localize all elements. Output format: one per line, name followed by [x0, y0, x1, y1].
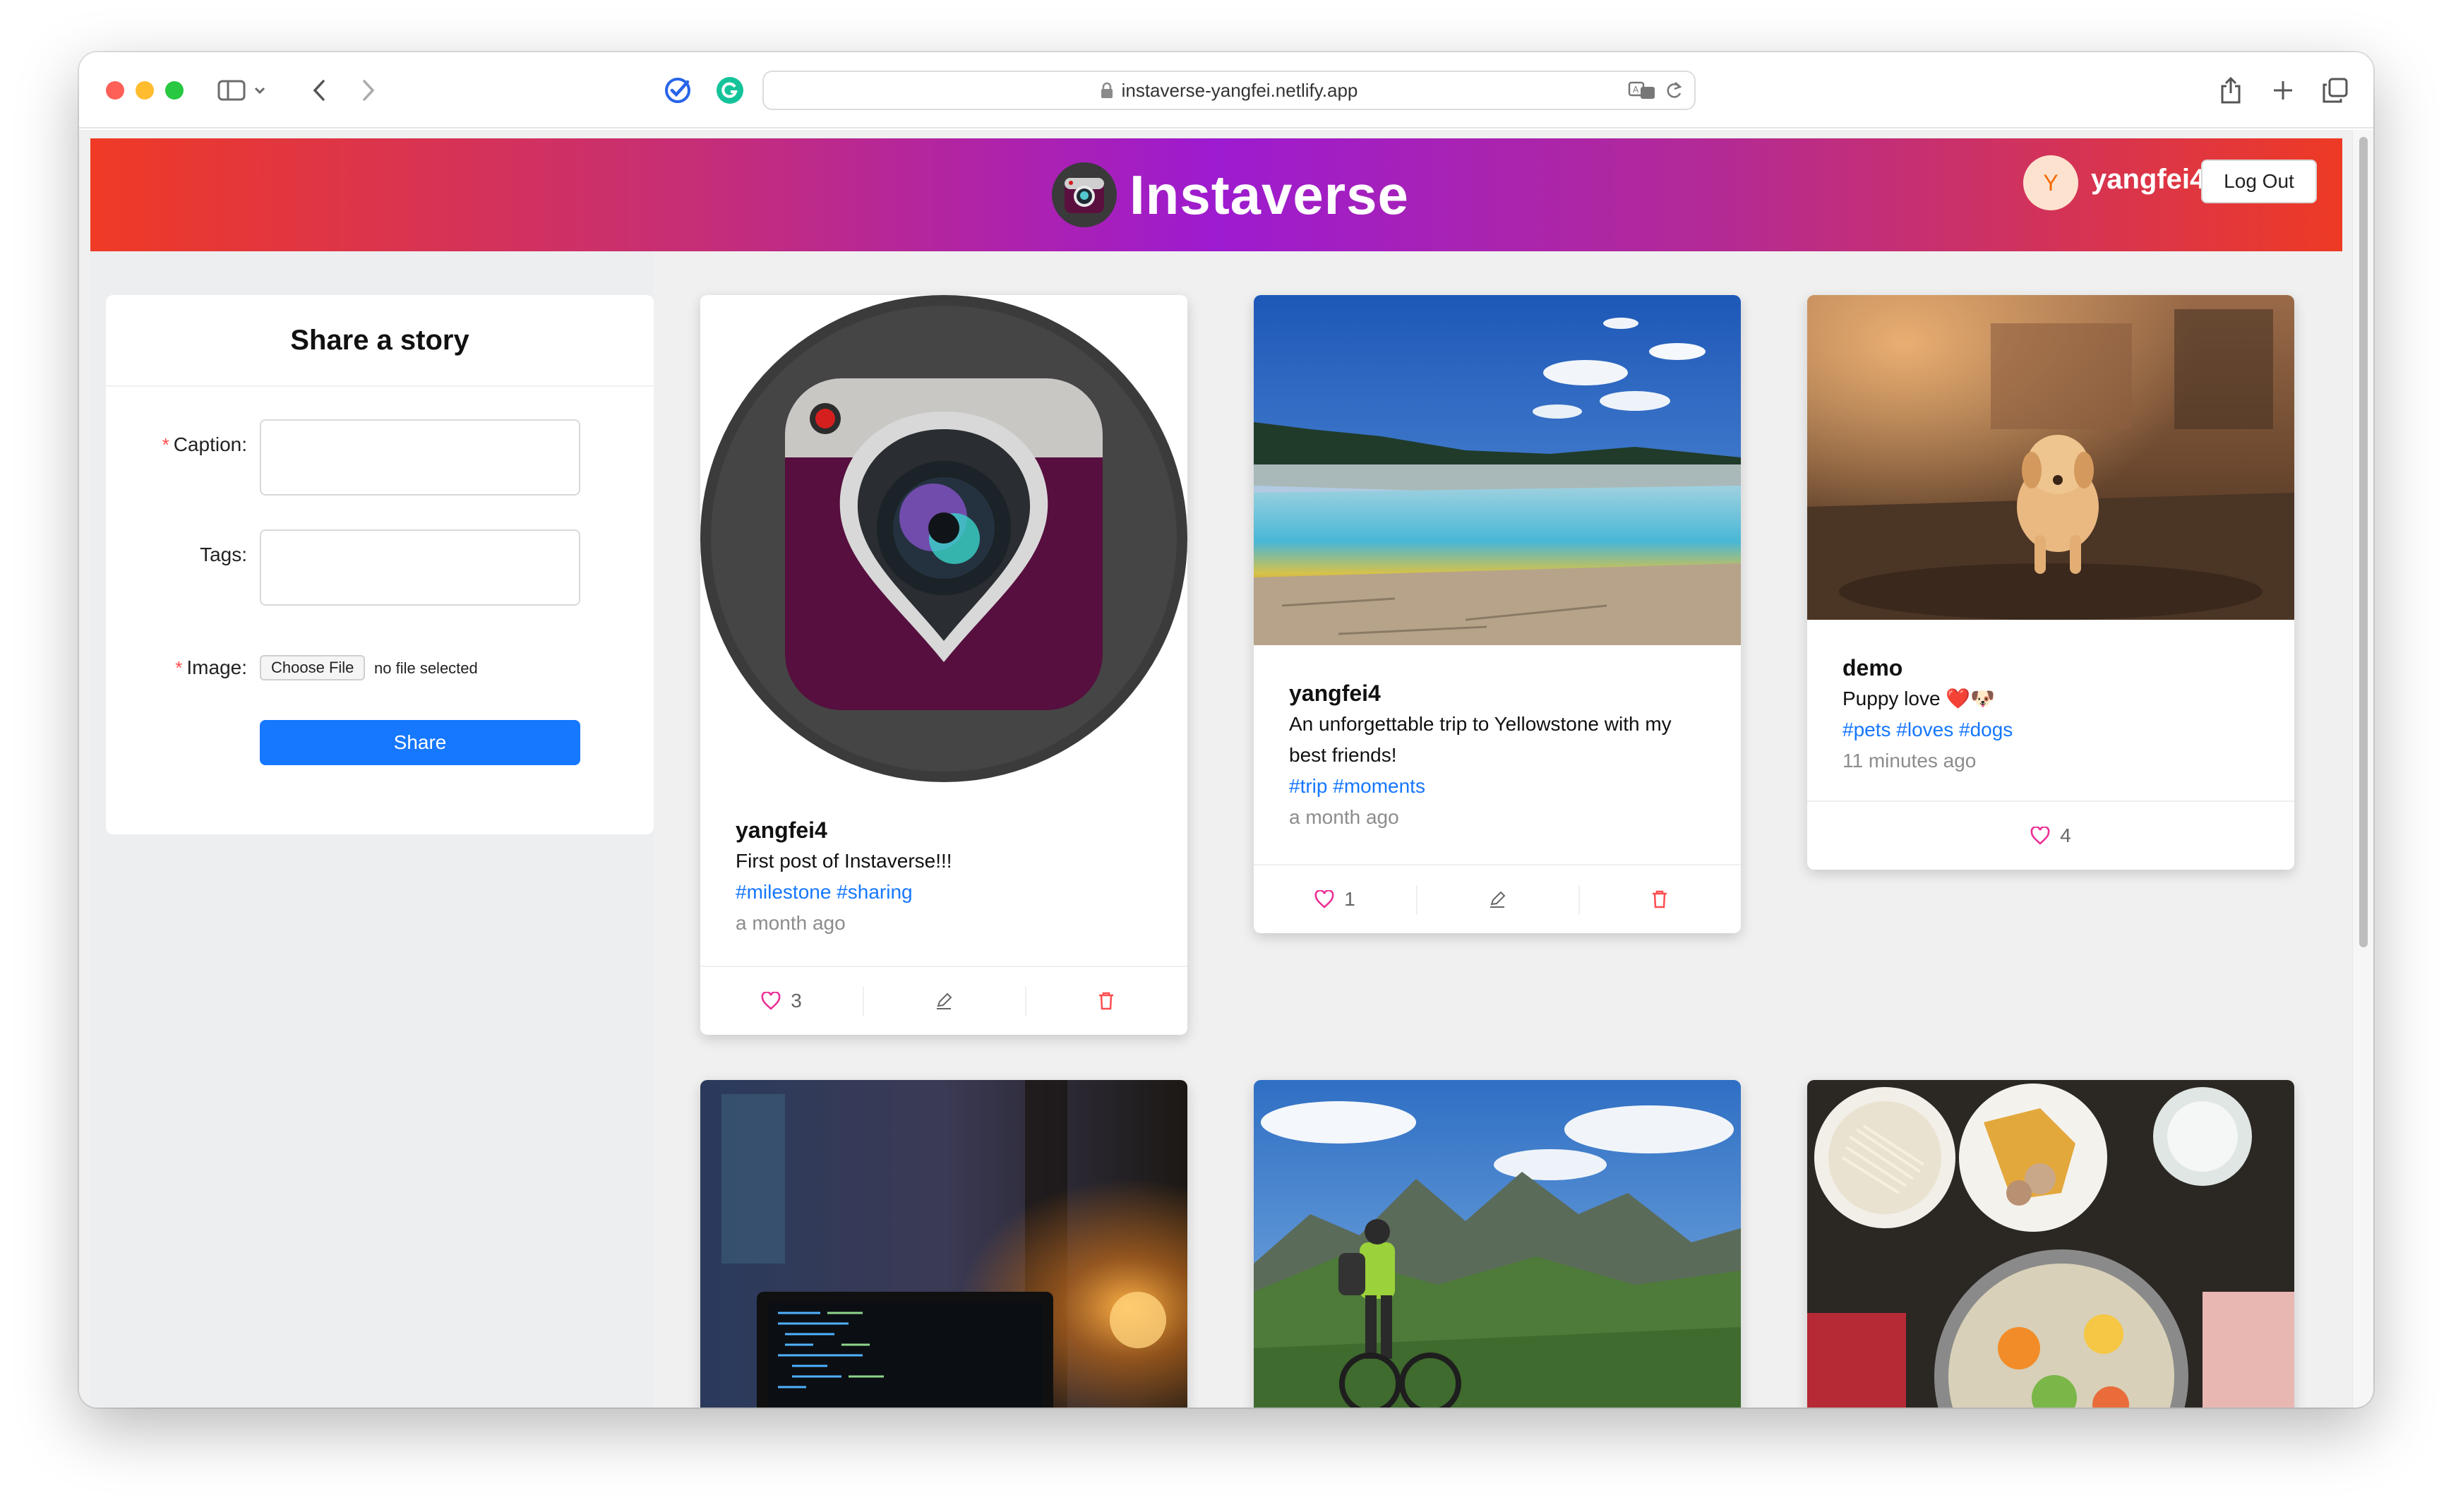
new-tab-icon[interactable]: [2269, 72, 2297, 109]
post-card: [700, 1080, 1187, 1408]
post-image[interactable]: [700, 1080, 1187, 1408]
pencil-icon: [1490, 891, 1506, 908]
header-username: yangfei4: [2091, 164, 2206, 195]
address-bar[interactable]: instaverse-yangfei.netlify.app A: [762, 71, 1696, 110]
url-text: instaverse-yangfei.netlify.app: [1121, 79, 1358, 101]
close-window-button[interactable]: [106, 81, 124, 100]
post-caption: First post of Instaverse!!!: [736, 850, 952, 872]
app-header: Instaverse Y yangfei4 Log Out: [90, 138, 2342, 251]
svg-text:A: A: [1633, 85, 1639, 95]
choose-file-button[interactable]: Choose File: [260, 655, 366, 680]
heart-icon: [761, 992, 781, 1010]
brand[interactable]: Instaverse: [1052, 161, 1409, 229]
required-mark: *: [175, 657, 183, 678]
lock-icon: [1101, 82, 1113, 98]
post-actions: 4: [1807, 800, 2294, 870]
post-card: yangfei4 An unforgettable trip to Yellow…: [1254, 295, 1741, 933]
post-image[interactable]: [1807, 295, 2294, 620]
heart-icon: [1314, 890, 1334, 908]
app-title: Instaverse: [1129, 163, 1409, 226]
post-card: [1807, 1080, 2294, 1408]
sidebar: Share a story * Caption: Tags: * Image: Ch…: [90, 251, 654, 1408]
post-username[interactable]: yangfei4: [1289, 678, 1706, 709]
share-button[interactable]: Share: [260, 720, 580, 765]
page-scrollbar[interactable]: [2352, 130, 2373, 1408]
like-count: 3: [791, 990, 802, 1012]
post-username[interactable]: yangfei4: [736, 815, 1152, 846]
scrollbar-thumb[interactable]: [2359, 137, 2368, 947]
tab-overview-icon[interactable]: [2321, 72, 2349, 109]
trash-icon: [1653, 890, 1667, 908]
post-tags[interactable]: #milestone #sharing: [736, 877, 1152, 908]
like-button[interactable]: 3: [700, 967, 863, 1035]
required-mark: *: [162, 434, 169, 455]
post-image[interactable]: [1254, 295, 1741, 645]
delete-button[interactable]: [1025, 967, 1187, 1035]
app-logo-icon: [1052, 162, 1117, 227]
post-tags[interactable]: #trip #moments: [1289, 771, 1706, 802]
image-label: * Image:: [175, 656, 247, 678]
file-status: no file selected: [374, 659, 478, 677]
trash-icon: [1099, 992, 1113, 1010]
post-image[interactable]: [1807, 1080, 2294, 1408]
like-count: 1: [1344, 888, 1355, 910]
post-card: demo Puppy love ❤️🐶 #pets #loves #dogs 1…: [1807, 295, 2294, 870]
forward-icon[interactable]: [354, 72, 383, 109]
sidebar-toggle-icon[interactable]: [215, 72, 271, 109]
edit-button[interactable]: [863, 967, 1025, 1035]
heart-icon: [2030, 827, 2050, 845]
delete-button[interactable]: [1578, 865, 1741, 933]
tasks-extension-icon[interactable]: [662, 72, 693, 109]
post-caption: Puppy love ❤️🐶: [1842, 688, 1996, 709]
tags-input[interactable]: [260, 529, 580, 606]
logout-button[interactable]: Log Out: [2201, 160, 2317, 203]
post-time: a month ago: [736, 912, 846, 934]
avatar[interactable]: Y: [2023, 155, 2078, 210]
like-button[interactable]: 1: [1254, 865, 1416, 933]
post-time: a month ago: [1289, 806, 1399, 828]
post-tags[interactable]: #pets #loves #dogs: [1842, 714, 2259, 745]
post-image[interactable]: [700, 295, 1187, 782]
like-count: 4: [2060, 824, 2071, 846]
post-actions: 1: [1254, 864, 1741, 933]
post-time: 11 minutes ago: [1842, 750, 1977, 772]
back-icon[interactable]: [305, 72, 333, 109]
browser-toolbar: instaverse-yangfei.netlify.app A: [79, 52, 2373, 128]
pencil-icon: [937, 992, 952, 1009]
reload-icon[interactable]: [1665, 80, 1683, 100]
zoom-window-button[interactable]: [165, 81, 184, 100]
post-card: [1254, 1080, 1741, 1408]
caption-label: * Caption:: [162, 433, 247, 455]
browser-window: instaverse-yangfei.netlify.app A Instave…: [79, 52, 2373, 1408]
share-story-form: Share a story * Caption: Tags: * Image: Ch…: [106, 295, 654, 834]
minimize-window-button[interactable]: [136, 81, 154, 100]
post-image[interactable]: [1254, 1080, 1741, 1408]
post-username[interactable]: demo: [1842, 652, 2259, 683]
page-viewport: Instaverse Y yangfei4 Log Out Share a st…: [79, 130, 2373, 1408]
caption-input[interactable]: [260, 419, 580, 496]
translate-icon[interactable]: A: [1628, 80, 1656, 100]
like-button[interactable]: 4: [1807, 802, 2294, 870]
post-card: yangfei4 First post of Instaverse!!! #mi…: [700, 295, 1187, 1035]
edit-button[interactable]: [1416, 865, 1578, 933]
tags-label: Tags:: [200, 544, 247, 565]
post-actions: 3: [700, 966, 1187, 1035]
grammarly-extension-icon[interactable]: [714, 72, 745, 109]
share-page-icon[interactable]: [2217, 72, 2245, 109]
post-caption: An unforgettable trip to Yellowstone wit…: [1289, 713, 1672, 766]
form-title: Share a story: [106, 295, 654, 387]
